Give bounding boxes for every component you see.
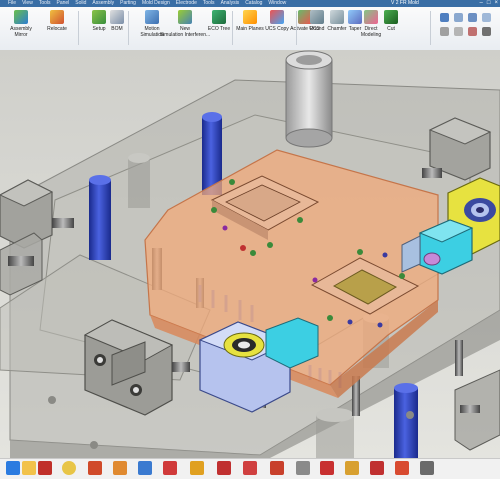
- new-simulation-icon: [178, 10, 192, 24]
- app-icon-8[interactable]: [270, 461, 284, 475]
- menu-mold-design[interactable]: Mold Design: [142, 0, 170, 7]
- filezilla-icon[interactable]: [38, 461, 52, 475]
- view-iso-icon[interactable]: [482, 13, 491, 22]
- close-button[interactable]: ×: [494, 0, 498, 7]
- bolt: [455, 340, 463, 376]
- guide-pillar: [316, 408, 354, 458]
- window-title: V 2 FR Mold: [391, 0, 419, 6]
- menu-assembly[interactable]: Assembly: [92, 0, 114, 7]
- menu-file[interactable]: File: [8, 0, 16, 7]
- pan-icon[interactable]: [454, 27, 463, 36]
- cut-button[interactable]: Cut: [372, 10, 410, 32]
- menu-solid[interactable]: Solid: [75, 0, 86, 7]
- app-icon-13[interactable]: [395, 461, 409, 475]
- 3d-viewport[interactable]: [0, 50, 500, 458]
- taskbar-lower-area: [0, 479, 500, 501]
- app-icon-7[interactable]: [243, 461, 257, 475]
- relocate-icon: [50, 10, 64, 24]
- relocate-button[interactable]: Relocate: [38, 10, 76, 32]
- settings-icon[interactable]: [482, 27, 491, 36]
- view-front-icon[interactable]: [454, 13, 463, 22]
- app-icon-12[interactable]: [370, 461, 384, 475]
- eco-tree-label: ECO Tree: [207, 26, 231, 32]
- app-icon-6[interactable]: [217, 461, 231, 475]
- app-icon-11[interactable]: [345, 461, 359, 475]
- cut-icon: [384, 10, 398, 24]
- guide-pillar: [128, 153, 150, 208]
- ribbon-separator: [128, 11, 129, 45]
- ribbon-toolbar: Assembly Mirror Relocate Setup BOM Motion…: [0, 7, 500, 51]
- render-icon[interactable]: [468, 27, 477, 36]
- main-planes-icon: [243, 10, 257, 24]
- chrome-icon[interactable]: [62, 461, 76, 475]
- sprue-bushing-cylinder: [285, 50, 333, 148]
- menu-tools-2[interactable]: Tools: [203, 0, 215, 7]
- start-icon[interactable]: [6, 461, 20, 475]
- bom-icon: [110, 10, 124, 24]
- maximize-button[interactable]: □: [487, 0, 491, 7]
- cut-label: Cut: [387, 26, 395, 32]
- file-explorer-icon[interactable]: [22, 461, 36, 475]
- taskbar: [0, 458, 500, 501]
- motion-simulation-icon: [145, 10, 159, 24]
- ribbon-separator: [78, 11, 79, 45]
- menu-analysis[interactable]: Analysis: [221, 0, 240, 7]
- blue-guide-pin: [89, 175, 111, 260]
- ribbon-separator: [430, 11, 431, 45]
- assembly-mirror-label: Assembly Mirror: [10, 26, 32, 38]
- app-icon-14[interactable]: [420, 461, 434, 475]
- menu-window[interactable]: Window: [268, 0, 286, 7]
- zoom-icon[interactable]: [440, 27, 449, 36]
- view-cube-icon[interactable]: [440, 13, 449, 22]
- app-icon-10[interactable]: [320, 461, 334, 475]
- app-icon-2[interactable]: [113, 461, 127, 475]
- menu-panel[interactable]: Panel: [57, 0, 70, 7]
- blue-guide-pin: [394, 383, 418, 458]
- menu-parting[interactable]: Parting: [120, 0, 136, 7]
- view-top-icon[interactable]: [468, 13, 477, 22]
- minimize-button[interactable]: –: [480, 0, 483, 7]
- app-icon-9[interactable]: [296, 461, 310, 475]
- menu-tools[interactable]: Tools: [39, 0, 51, 7]
- app-icon-1[interactable]: [88, 461, 102, 475]
- menu-catalog[interactable]: Catalog: [245, 0, 262, 7]
- assembly-mirror-button[interactable]: Assembly Mirror: [2, 10, 40, 38]
- window-controls: – □ ×: [480, 0, 498, 7]
- bom-label: BOM: [111, 26, 123, 32]
- ribbon-separator: [296, 11, 297, 45]
- title-bar: File View Tools Panel Solid Assembly Par…: [0, 0, 500, 7]
- ucs-copy-icon: [270, 10, 284, 24]
- app-icon-3[interactable]: [138, 461, 152, 475]
- menu-bar: File View Tools Panel Solid Assembly Par…: [0, 0, 286, 7]
- eco-tree-icon: [212, 10, 226, 24]
- app-icon-5[interactable]: [190, 461, 204, 475]
- assembly-mirror-icon: [14, 10, 28, 24]
- mold-assembly-render: [0, 50, 500, 458]
- menu-electrode[interactable]: Electrode: [176, 0, 197, 7]
- menu-view[interactable]: View: [22, 0, 33, 7]
- relocate-label: Relocate: [47, 26, 67, 32]
- app-icon-4[interactable]: [163, 461, 177, 475]
